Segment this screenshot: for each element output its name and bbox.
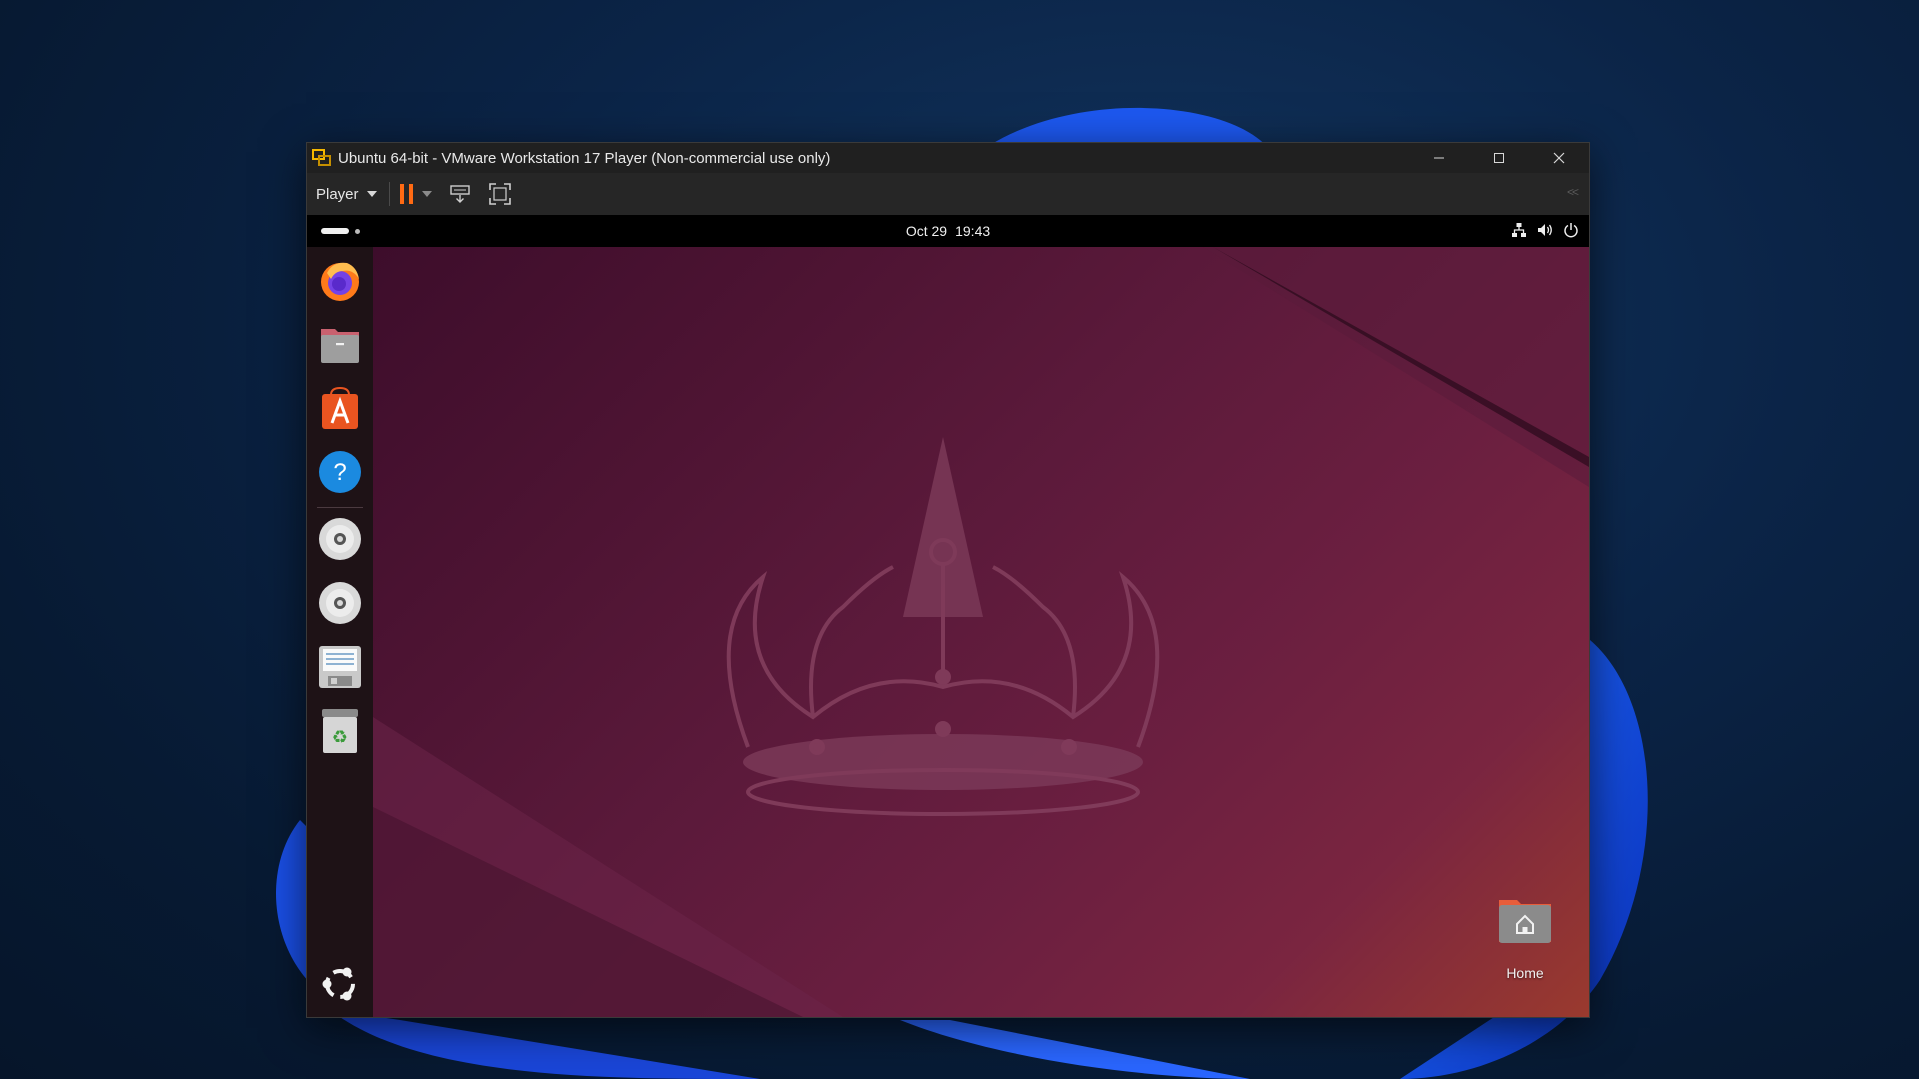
ubuntu-logo-icon[interactable] — [317, 961, 363, 1007]
firefox-icon[interactable] — [317, 257, 363, 303]
volume-icon[interactable] — [1537, 222, 1553, 238]
clock[interactable]: Oct 29 19:43 — [906, 223, 990, 239]
player-menu-button[interactable]: Player — [316, 186, 377, 203]
app-center-icon[interactable] — [317, 385, 363, 431]
desktop-home-icon[interactable]: Home — [1495, 896, 1555, 981]
close-button[interactable] — [1529, 143, 1589, 173]
chevron-down-icon — [366, 191, 377, 197]
svg-text:♻: ♻ — [332, 727, 348, 748]
collapse-toolbar-icon[interactable]: << — [1567, 185, 1579, 199]
activities-indicator[interactable] — [321, 228, 360, 234]
toolbar-divider — [388, 182, 390, 206]
minimize-button[interactable] — [1409, 143, 1469, 173]
ubuntu-dock: ? ♻ — [307, 247, 373, 1017]
pause-options-chevron-icon[interactable] — [421, 191, 432, 197]
pause-button[interactable] — [399, 184, 432, 204]
title-bar[interactable]: Ubuntu 64-bit - VMware Workstation 17 Pl… — [307, 143, 1589, 173]
svg-text:?: ? — [333, 459, 346, 486]
trash-icon[interactable]: ♻ — [317, 708, 363, 754]
desktop-wallpaper[interactable]: Home — [373, 247, 1589, 1017]
optical-disc-icon[interactable] — [317, 516, 363, 562]
player-menu-label: Player — [316, 185, 359, 203]
vmware-toolbar: Player << — [307, 173, 1589, 215]
wallpaper-decoration — [373, 247, 1589, 1017]
optical-disc-icon[interactable] — [317, 580, 363, 626]
send-ctrl-alt-del-icon[interactable] — [448, 182, 472, 206]
floppy-disk-icon[interactable] — [317, 644, 363, 690]
maximize-button[interactable] — [1469, 143, 1529, 173]
vmware-logo-icon — [312, 149, 331, 166]
gnome-top-bar: Oct 29 19:43 — [307, 215, 1589, 247]
guest-screen[interactable]: Oct 29 19:43 ? ♻ Home — [307, 215, 1589, 1017]
clock-time: 19:43 — [955, 223, 991, 239]
clock-date: Oct 29 — [905, 223, 948, 239]
maximize-icon — [1494, 153, 1504, 163]
close-icon — [1553, 152, 1565, 164]
home-label: Home — [1506, 965, 1544, 981]
vmware-player-window[interactable]: Ubuntu 64-bit - VMware Workstation 17 Pl… — [306, 142, 1590, 1018]
dock-separator — [317, 507, 363, 508]
network-icon[interactable] — [1511, 222, 1527, 238]
system-tray[interactable] — [1511, 222, 1579, 238]
files-icon[interactable] — [317, 321, 363, 367]
minimize-icon — [1434, 157, 1444, 159]
fullscreen-icon[interactable] — [488, 182, 512, 206]
crown-emblem — [726, 437, 1160, 816]
power-icon[interactable] — [1563, 222, 1579, 238]
window-title: Ubuntu 64-bit - VMware Workstation 17 Pl… — [338, 149, 831, 167]
pause-icon — [399, 184, 413, 204]
help-icon[interactable]: ? — [317, 449, 363, 495]
home-folder-icon — [1499, 900, 1551, 943]
